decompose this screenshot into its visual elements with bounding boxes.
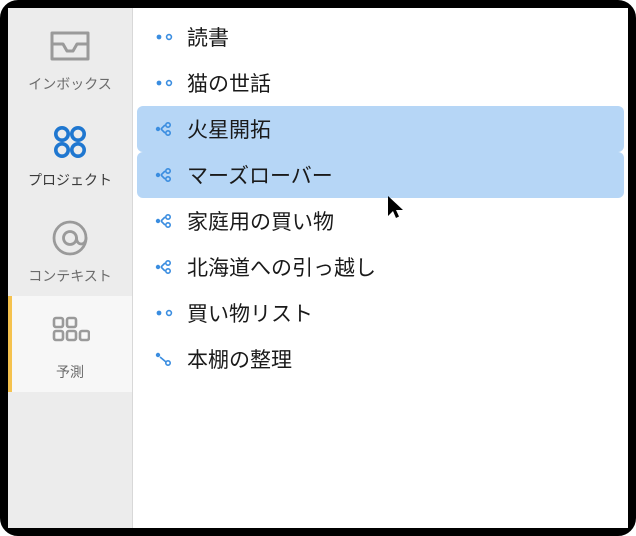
project-type-icon: [151, 74, 177, 92]
project-type-icon: [151, 120, 177, 138]
project-type-icon: [151, 350, 177, 368]
project-title: 本棚の整理: [187, 344, 292, 374]
project-type-icon: [151, 28, 177, 46]
project-title: 猫の世話: [187, 68, 271, 98]
project-row[interactable]: 本棚の整理: [133, 336, 628, 382]
project-row[interactable]: 読書: [133, 14, 628, 60]
project-row[interactable]: 家庭用の買い物: [133, 198, 628, 244]
project-row[interactable]: マーズローバー: [137, 152, 624, 198]
project-title: 家庭用の買い物: [187, 206, 334, 236]
project-title: 読書: [187, 22, 229, 52]
app-root: インボックス プロジェクト コンテキスト: [8, 8, 628, 528]
sidebar-item-label: インボックス: [28, 74, 112, 94]
project-type-icon: [151, 166, 177, 184]
project-title: 買い物リスト: [187, 298, 313, 328]
projects-icon: [48, 118, 92, 166]
sidebar-item-label: プロジェクト: [28, 170, 112, 190]
at-icon: [49, 214, 91, 262]
project-title: マーズローバー: [187, 160, 333, 190]
sidebar: インボックス プロジェクト コンテキスト: [8, 8, 133, 528]
project-row[interactable]: 猫の世話: [133, 60, 628, 106]
project-row[interactable]: 北海道への引っ越し: [133, 244, 628, 290]
sidebar-item-inbox[interactable]: インボックス: [8, 8, 132, 104]
sidebar-item-label: コンテキスト: [28, 266, 112, 286]
sidebar-item-forecast[interactable]: 予測: [8, 296, 132, 392]
project-title: 火星開拓: [187, 114, 271, 144]
project-type-icon: [151, 304, 177, 322]
project-list: 読書猫の世話火星開拓マーズローバー家庭用の買い物北海道への引っ越し買い物リスト本…: [133, 8, 628, 528]
project-row[interactable]: 火星開拓: [137, 106, 624, 152]
project-row[interactable]: 買い物リスト: [133, 290, 628, 336]
project-title: 北海道への引っ越し: [187, 252, 376, 282]
project-type-icon: [151, 258, 177, 276]
forecast-icon: [50, 310, 90, 358]
sidebar-item-projects[interactable]: プロジェクト: [8, 104, 132, 200]
sidebar-item-label: 予測: [56, 362, 84, 382]
inbox-icon: [49, 22, 91, 70]
project-type-icon: [151, 212, 177, 230]
sidebar-item-contexts[interactable]: コンテキスト: [8, 200, 132, 296]
